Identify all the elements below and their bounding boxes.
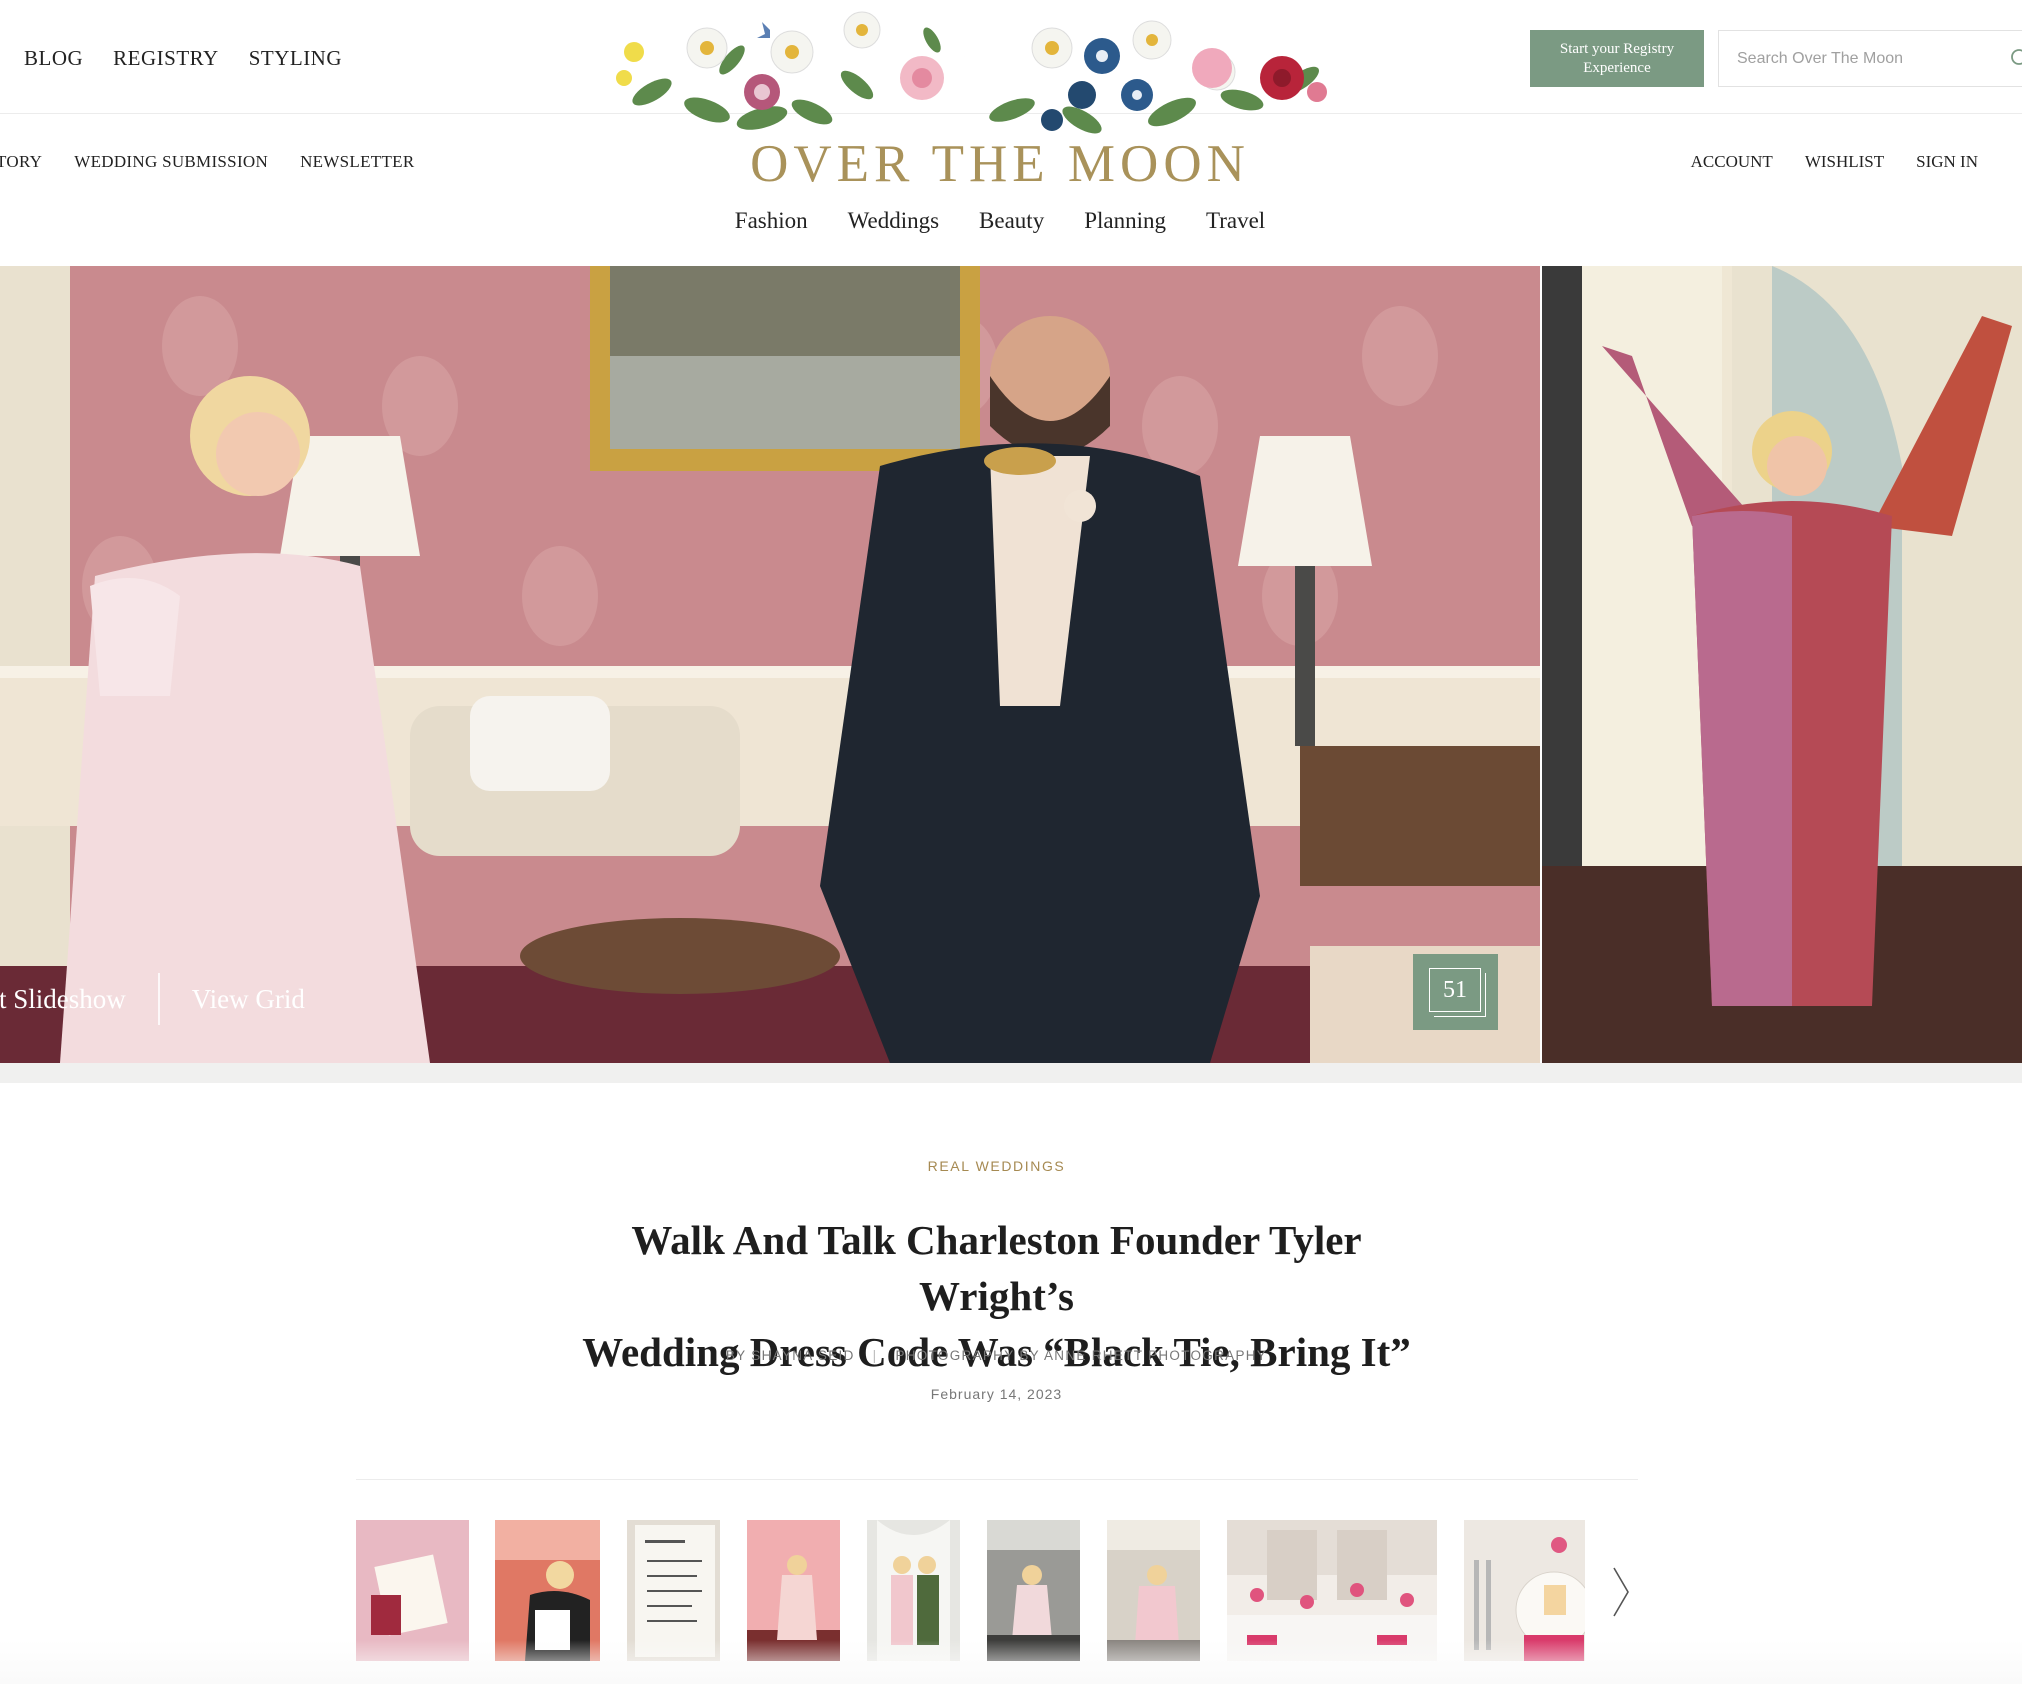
nav-styling[interactable]: STYLING [249,46,342,71]
article-title-line-1: Walk And Talk Charleston Founder Tyler W… [631,1217,1362,1319]
byline-separator: | [872,1348,878,1363]
site-header: BLOG REGISTRY STYLING TORY WEDDING SUBMI… [0,0,2022,266]
site-logo[interactable]: OVER THE MOON [0,134,2000,194]
article-category[interactable]: REAL WEDDINGS [0,1158,1993,1174]
hero-photo-couple[interactable] [0,266,1540,1063]
nav-travel[interactable]: Travel [1206,208,1265,234]
article-date: February 14, 2023 [930,1386,1063,1402]
nav-weddings[interactable]: Weddings [848,208,939,234]
article-byline: BY SHAYNA SEID | PHOTOGRAPHY BY ANNE RHETT… [0,1348,1993,1363]
photographer-credit[interactable]: PHOTOGRAPHY BY ANNE RHETT PHOTOGRAPHY [895,1348,1267,1363]
bottom-fade [0,1640,2022,1684]
search-icon[interactable] [2009,47,2022,71]
hero-gallery: rt Slideshow View Grid 51 [0,266,2022,1063]
photo-count: 51 [1443,977,1467,1003]
nav-planning[interactable]: Planning [1084,208,1166,234]
start-registry-button[interactable]: Start your Registry Experience [1530,30,1704,87]
search-box [1718,30,2022,87]
slideshow-controls: rt Slideshow View Grid [0,973,305,1025]
author-link[interactable]: BY SHAYNA SEID [726,1348,855,1363]
top-nav: BLOG REGISTRY STYLING [24,46,342,71]
photo-count-badge[interactable]: 51 [1413,954,1498,1030]
article-divider [356,1479,1638,1480]
nav-blog[interactable]: BLOG [24,46,83,71]
nav-registry[interactable]: REGISTRY [113,46,219,71]
hero-bottom-band [0,1063,2022,1083]
floral-logo-illustration [616,11,1327,134]
view-grid-link[interactable]: View Grid [192,984,305,1015]
category-nav: Fashion Weddings Beauty Planning Travel [0,208,2000,234]
nav-beauty[interactable]: Beauty [979,208,1044,234]
controls-divider [157,973,160,1025]
search-input[interactable] [1719,49,1989,68]
nav-fashion[interactable]: Fashion [735,208,808,234]
chevron-right-icon[interactable] [1612,1566,1630,1618]
start-slideshow-link[interactable]: rt Slideshow [0,984,126,1015]
hero-photo-bride-celebrating[interactable] [1542,266,2022,1063]
